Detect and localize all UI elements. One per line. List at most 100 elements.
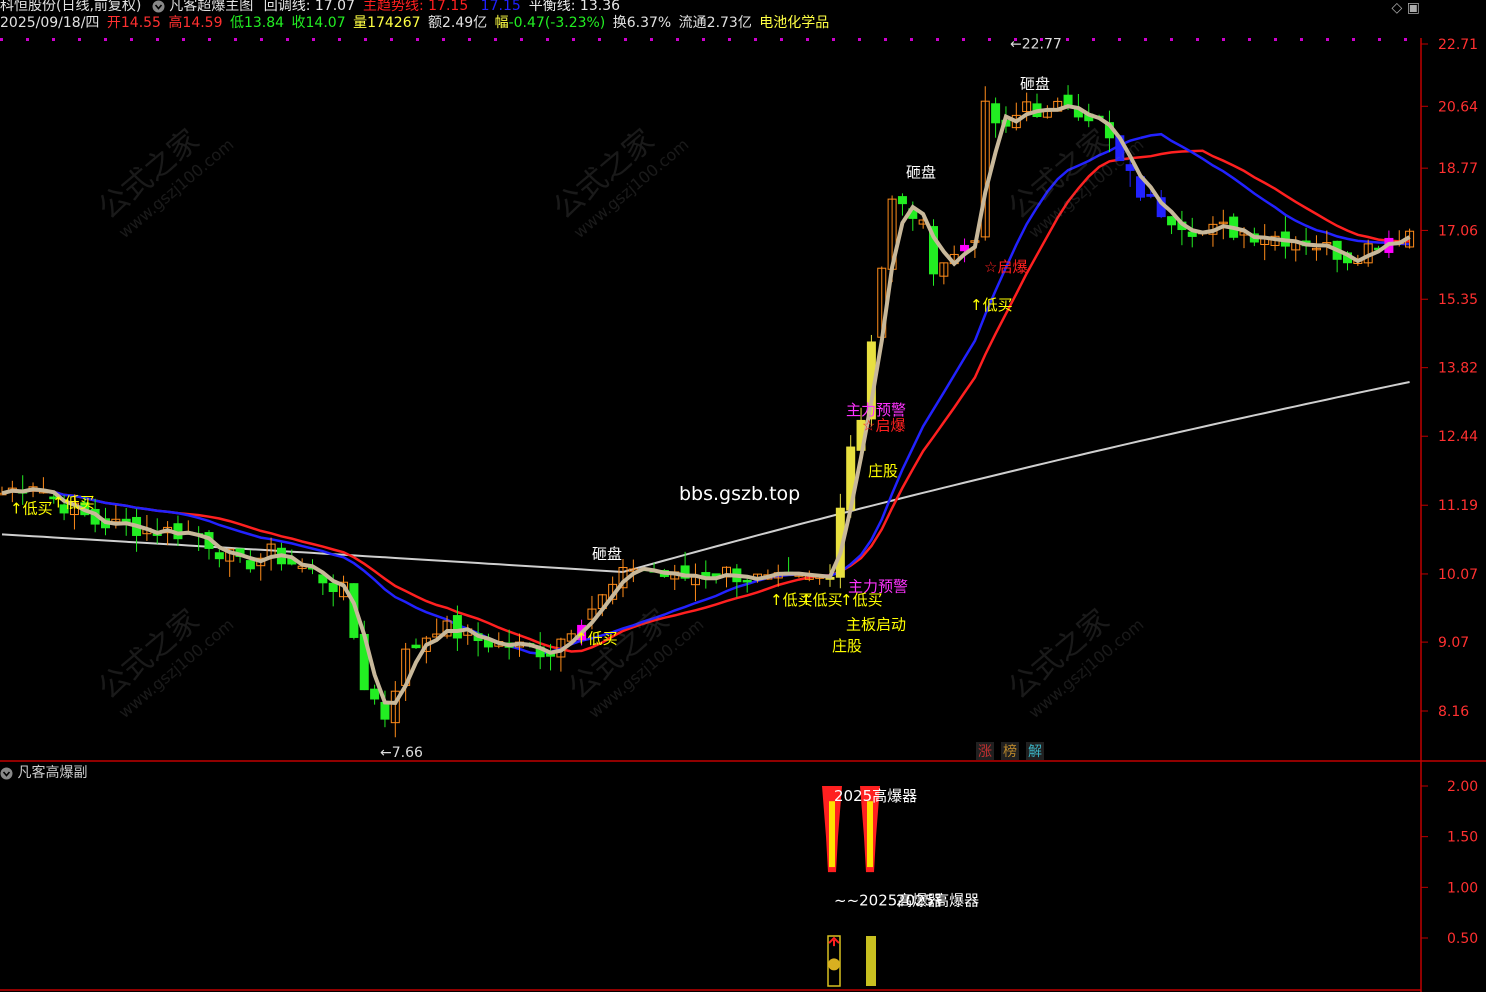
signal-dot — [182, 38, 185, 41]
signal-dot — [1274, 38, 1277, 41]
signal-dot — [234, 38, 237, 41]
signal-dot — [1352, 38, 1355, 41]
diamond-icon[interactable]: ◇ — [1392, 0, 1403, 16]
main-chart[interactable]: 22.71 20.64 18.77 17.06 15.35 13.82 12.44 11.19… — [0, 38, 1486, 762]
signal-dot — [338, 38, 341, 41]
signal-dot — [312, 38, 315, 41]
pullback-line — [1, 104, 1411, 706]
signal-dot — [572, 38, 575, 41]
high-label: 高 — [168, 15, 183, 31]
main-trend-blue-line — [1, 136, 1141, 655]
signal-dot — [520, 38, 523, 41]
change-value: -0.47(-3.23%) — [508, 15, 606, 31]
burst-bar-core — [829, 801, 835, 868]
indicator-list: 回调线: 17.07 主趋势线: 17.15 17.15 平衡线: 13.36 — [264, 0, 628, 14]
signal-label: ↑低买 — [840, 591, 883, 609]
vol-label: 量 — [353, 15, 368, 31]
sub-label: 2025高爆器 — [834, 787, 917, 805]
y-tick-label: 22.71 — [1438, 38, 1478, 53]
sub-chart[interactable]: 2.001.501.000.502025高爆器~~2025高爆器2025高爆器 — [0, 762, 1486, 992]
candle-body — [245, 560, 255, 570]
signal-dot — [1222, 38, 1225, 41]
signal-dot — [1378, 38, 1381, 41]
candle-body — [991, 103, 1001, 124]
signal-dot — [1118, 38, 1121, 41]
signal-dot — [130, 38, 133, 41]
signal-dot — [208, 38, 211, 41]
signal-dot — [962, 38, 965, 41]
quote-date: 2025/09/18/四 — [0, 15, 100, 31]
candle-body — [897, 196, 907, 205]
float-value: 2.73亿 — [706, 15, 752, 31]
candle-body — [742, 579, 752, 583]
signal-dot — [650, 38, 653, 41]
signal-dot — [780, 38, 783, 41]
badge-label: 榜 — [1003, 743, 1017, 760]
signal-label: ↑低买 — [52, 494, 95, 512]
signal-label: ☆启爆 — [862, 416, 905, 434]
signal-dot — [416, 38, 419, 41]
candle-body — [370, 688, 380, 700]
title-row: 科恒股份(日线,前复权) 凡客超爆主图 回调线: 17.07 主趋势线: 17.1… — [0, 0, 628, 15]
signal-dot — [26, 38, 29, 41]
signal-label: 主板启动 — [846, 615, 906, 633]
sub-bar-filled — [866, 936, 876, 986]
candle-body — [380, 702, 390, 720]
indicator-1: 主趋势线: 17.15 — [362, 0, 469, 14]
candle-body — [214, 552, 224, 560]
open-value: 14.55 — [120, 15, 161, 31]
signal-label: 砸盘 — [1020, 75, 1050, 93]
signal-dot — [494, 38, 497, 41]
signal-label: ↑低买 — [970, 296, 1013, 314]
low-value: 13.84 — [243, 15, 285, 31]
signal-label: 庄股 — [868, 462, 898, 480]
amount-label: 额 — [427, 15, 442, 31]
low-label: 低 — [229, 15, 244, 31]
signal-dot — [676, 38, 679, 41]
y-tick-label: 9.07 — [1438, 635, 1469, 651]
sub-label: 2025高爆器 — [896, 892, 979, 910]
quote-row: 2025/09/18/四 开14.55 高14.59 低13.84 收14.07… — [0, 14, 829, 32]
y-tick-label: 11.19 — [1438, 498, 1478, 514]
high-value: 14.59 — [182, 15, 223, 31]
price-extreme-label: ←7.66 — [380, 745, 423, 761]
signal-dot — [104, 38, 107, 41]
signal-dot — [468, 38, 471, 41]
sub-y-tick-label: 2.00 — [1447, 779, 1478, 795]
badge-label: 涨 — [978, 744, 992, 760]
y-tick-label: 10.07 — [1438, 567, 1478, 583]
chevron-down-icon[interactable] — [152, 0, 165, 13]
signal-dot — [806, 38, 809, 41]
bbs-link: bbs.gszb.top — [679, 483, 801, 505]
signal-dot — [702, 38, 705, 41]
price-extreme-label: ←22.77 — [1010, 38, 1062, 52]
signal-label: 砸盘 — [592, 545, 622, 563]
signal-label: ↑低买 — [575, 630, 618, 648]
change-label: 幅 — [494, 15, 509, 31]
sub-y-tick-label: 1.00 — [1447, 880, 1478, 896]
window-icon[interactable]: ▣ — [1407, 0, 1420, 16]
signal-dot — [1196, 38, 1199, 41]
candle-body — [328, 582, 338, 593]
signal-label: 庄股 — [832, 637, 862, 655]
signal-dot — [1404, 38, 1407, 41]
signal-dot — [364, 38, 367, 41]
y-tick-label: 12.44 — [1438, 429, 1478, 445]
amount-value: 2.49亿 — [441, 15, 488, 31]
signal-label: ☆启爆 — [984, 258, 1027, 276]
formula-name[interactable]: 凡客超爆主图 — [169, 0, 253, 14]
sub-y-tick-label: 0.50 — [1447, 931, 1478, 947]
sector-tag[interactable]: 电池化学品 — [759, 15, 829, 31]
coin-icon — [828, 958, 840, 971]
y-tick-label: 18.77 — [1438, 161, 1478, 177]
signal-label: 砸盘 — [906, 164, 936, 182]
signal-dot — [546, 38, 549, 41]
signal-dot — [1170, 38, 1173, 41]
signal-dot — [910, 38, 913, 41]
turnover-label: 换 — [612, 15, 627, 31]
signal-dot — [754, 38, 757, 41]
signal-dot — [1092, 38, 1095, 41]
signal-dot — [884, 38, 887, 41]
stock-name[interactable]: 科恒股份(日线,前复权) — [0, 0, 141, 14]
signal-dot — [390, 38, 393, 41]
